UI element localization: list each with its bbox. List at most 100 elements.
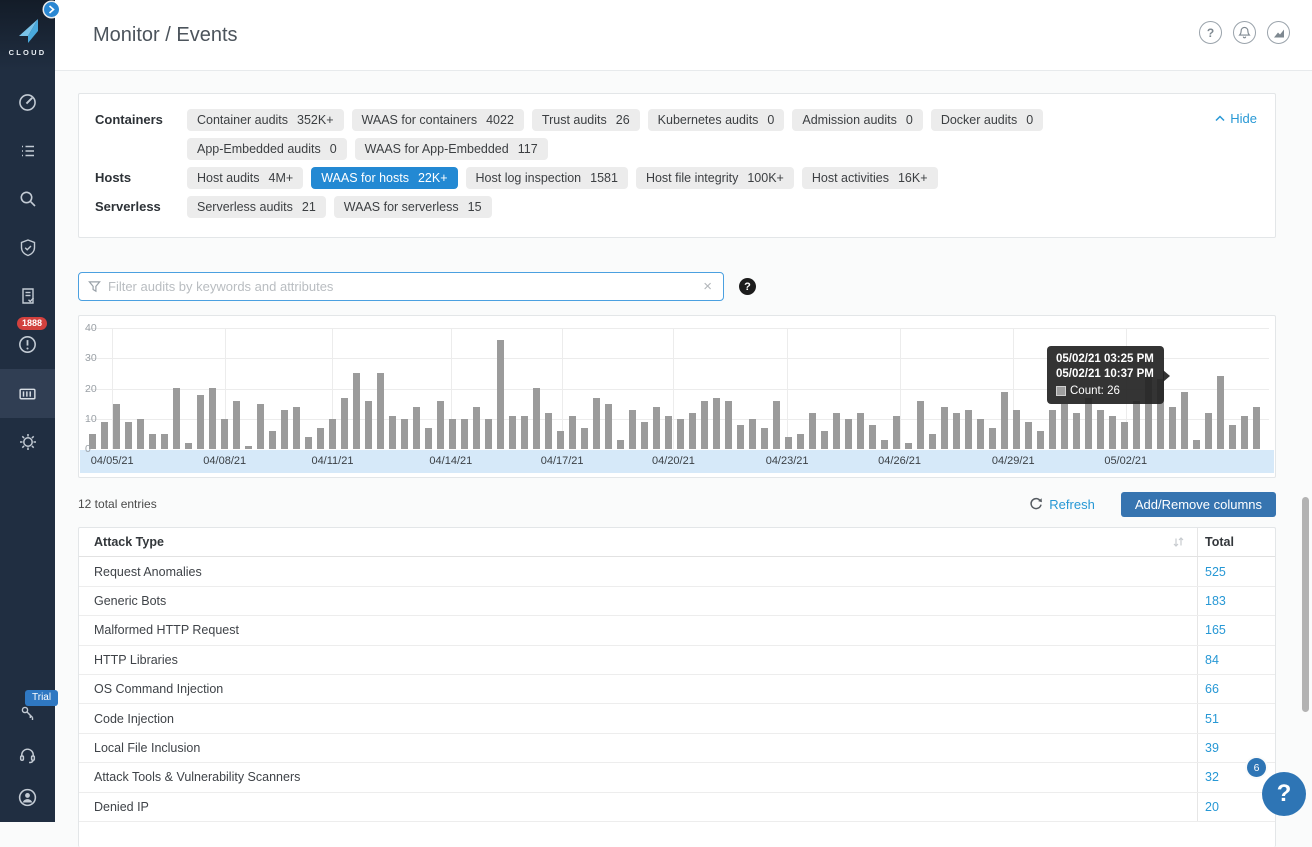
chart-bar[interactable] [293, 407, 300, 449]
filter-chip[interactable]: WAAS for App-Embedded117 [355, 138, 548, 160]
total-link[interactable]: 39 [1197, 734, 1275, 762]
chart-bar[interactable] [701, 401, 708, 449]
chart-bar[interactable] [101, 422, 108, 449]
sidebar-item-search[interactable] [0, 175, 55, 224]
hide-filters-link[interactable]: Hide [1215, 111, 1257, 126]
sidebar-item-policies[interactable] [0, 127, 55, 176]
chart-bar[interactable] [905, 443, 912, 449]
chart-bar[interactable] [1049, 410, 1056, 449]
chart-bar[interactable] [545, 413, 552, 449]
chart-bar[interactable] [1037, 431, 1044, 449]
filter-chip[interactable]: Host file integrity100K+ [636, 167, 794, 189]
total-link[interactable]: 84 [1197, 646, 1275, 674]
chart-bar[interactable] [521, 416, 528, 449]
chart-bar[interactable] [1013, 410, 1020, 449]
chart-bar[interactable] [893, 416, 900, 449]
chart-bar[interactable] [509, 416, 516, 449]
chart-bar[interactable] [809, 413, 816, 449]
chart-bar[interactable] [377, 373, 384, 449]
chart-bar[interactable] [725, 401, 732, 449]
chart-bar[interactable] [641, 422, 648, 449]
total-link[interactable]: 66 [1197, 675, 1275, 703]
chart-bar[interactable] [689, 413, 696, 449]
sidebar-item-support[interactable] [0, 734, 55, 776]
filter-chip[interactable]: Serverless audits21 [187, 196, 326, 218]
chart-bar[interactable] [929, 434, 936, 449]
chart-bar[interactable] [1181, 392, 1188, 449]
chart-bar[interactable] [425, 428, 432, 449]
chart-bar[interactable] [485, 419, 492, 449]
chart-bar[interactable] [821, 431, 828, 449]
chart-bar[interactable] [857, 413, 864, 449]
timeline-brush[interactable] [80, 450, 1274, 473]
chart-bar[interactable] [749, 419, 756, 449]
sidebar-item-defend[interactable] [0, 224, 55, 273]
chart-bar[interactable] [1241, 416, 1248, 449]
filter-chip[interactable]: WAAS for containers4022 [352, 109, 524, 131]
chart-bar[interactable] [317, 428, 324, 449]
sidebar-expand-button[interactable] [44, 2, 59, 17]
chart-bar[interactable] [1133, 401, 1140, 449]
chart-bar[interactable] [569, 416, 576, 449]
search-help-icon[interactable]: ? [739, 278, 756, 295]
sidebar-item-settings[interactable] [0, 418, 55, 467]
help-circle-icon[interactable]: ? [1199, 21, 1222, 44]
chart-bar[interactable] [161, 434, 168, 449]
chart-bar[interactable] [1193, 440, 1200, 449]
chart-bar[interactable] [605, 404, 612, 449]
chart-bar[interactable] [593, 398, 600, 449]
chart-bar[interactable] [1109, 416, 1116, 449]
chart-bar[interactable] [785, 437, 792, 449]
chart-bar[interactable] [137, 419, 144, 449]
chart-bar[interactable] [1253, 407, 1260, 449]
chart-bar[interactable] [341, 398, 348, 449]
chart-bar[interactable] [497, 340, 504, 449]
sidebar-item-dashboard[interactable] [0, 78, 55, 127]
chart-bar[interactable] [737, 425, 744, 449]
sidebar-item-alerts[interactable]: 1888 [0, 321, 55, 370]
total-link[interactable]: 183 [1197, 587, 1275, 615]
chart-bar[interactable] [245, 446, 252, 449]
chart-bar[interactable] [461, 419, 468, 449]
chart-bar[interactable] [281, 410, 288, 449]
chart-bar[interactable] [173, 388, 180, 449]
sort-icon[interactable] [1172, 536, 1185, 548]
chart-bar[interactable] [797, 434, 804, 449]
chart-bar[interactable] [437, 401, 444, 449]
chart-bar[interactable] [473, 407, 480, 449]
chart-bar[interactable] [149, 434, 156, 449]
vertical-scrollbar[interactable] [1302, 497, 1309, 712]
column-header-total[interactable]: Total [1197, 528, 1275, 556]
chart-bar[interactable] [713, 398, 720, 449]
chart-bar[interactable] [269, 431, 276, 449]
search-input[interactable] [108, 279, 701, 294]
chart-bar[interactable] [881, 440, 888, 449]
chart-bar[interactable] [221, 419, 228, 449]
chart-bar[interactable] [989, 428, 996, 449]
chart-bar[interactable] [233, 401, 240, 449]
chart-bar[interactable] [977, 419, 984, 449]
sidebar-item-profile[interactable] [0, 776, 55, 818]
chart-bar[interactable] [677, 419, 684, 449]
filter-chip[interactable]: Trust audits26 [532, 109, 640, 131]
filter-chip[interactable]: WAAS for serverless15 [334, 196, 492, 218]
chart-bar[interactable] [1073, 413, 1080, 449]
chart-bar[interactable] [125, 422, 132, 449]
chart-bar[interactable] [953, 413, 960, 449]
chart-bar[interactable] [401, 419, 408, 449]
chart-bar[interactable] [1085, 398, 1092, 449]
filter-chip[interactable]: WAAS for hosts22K+ [311, 167, 457, 189]
chart-bar[interactable] [197, 395, 204, 449]
filter-chip[interactable]: Kubernetes audits0 [648, 109, 785, 131]
filter-chip[interactable]: Host log inspection1581 [466, 167, 628, 189]
chart-bar[interactable] [581, 428, 588, 449]
chart-bar[interactable] [353, 373, 360, 449]
chart-bar[interactable] [941, 407, 948, 449]
sidebar-item-credentials[interactable]: Trial [0, 692, 55, 734]
chart-bar[interactable] [113, 404, 120, 449]
chart-bar[interactable] [209, 388, 216, 449]
filter-chip[interactable]: App-Embedded audits0 [187, 138, 347, 160]
chart-bar[interactable] [557, 431, 564, 449]
chart-bar[interactable] [185, 443, 192, 449]
clear-search-icon[interactable]: × [701, 279, 714, 294]
